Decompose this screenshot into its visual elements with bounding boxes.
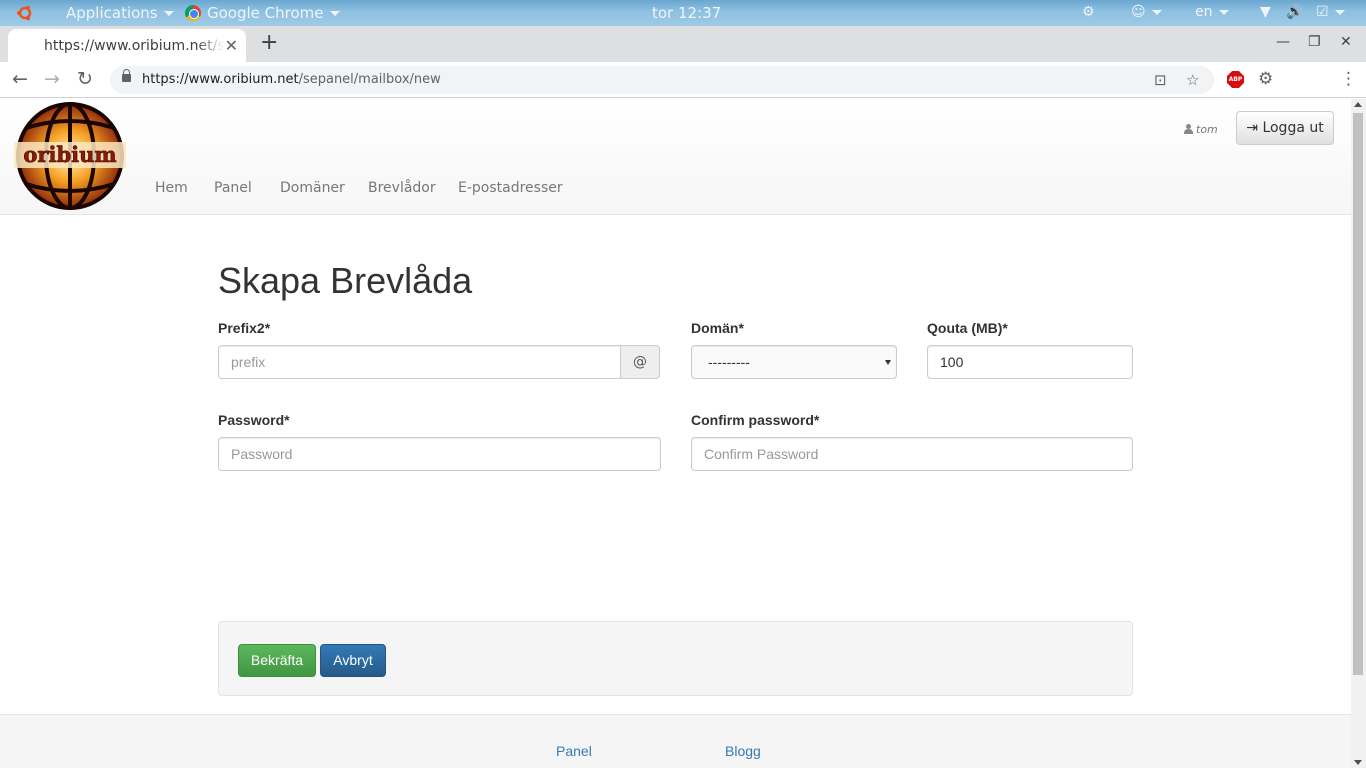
page-title: Skapa Brevlåda	[218, 260, 473, 301]
prefix-input[interactable]: prefix	[218, 345, 621, 379]
wifi-icon[interactable]: ▼	[1260, 4, 1271, 20]
at-sign-addon: @	[620, 345, 660, 379]
minimize-icon[interactable]: —	[1276, 34, 1290, 50]
adblock-plus-icon[interactable]: ABP	[1227, 71, 1244, 88]
window-close-icon[interactable]: ✕	[1340, 34, 1352, 50]
browser-toolbar: ← → ↻ https://www.oribium.net/sepanel/ma…	[0, 62, 1366, 98]
chevron-down-icon	[1218, 9, 1229, 15]
keyboard-layout-indicator[interactable]: en	[1195, 4, 1229, 20]
volume-icon[interactable]: 🔊	[1286, 4, 1303, 20]
clock[interactable]: tor 12:37	[652, 4, 721, 22]
select-arrow-icon	[885, 360, 891, 365]
password-input[interactable]: Password	[218, 437, 661, 471]
reload-icon[interactable]: ↻	[77, 68, 93, 90]
web-page: oribium Hem Panel Domäner Brevlådor E-po…	[0, 99, 1351, 768]
browser-tab-strip: https://www.oribium.net/sepanel/mailbox/…	[0, 26, 1366, 62]
nav-link-domaner[interactable]: Domäner	[280, 180, 345, 196]
ubuntu-logo-icon[interactable]	[16, 4, 34, 22]
address-bar[interactable]: https://www.oribium.net/sepanel/mailbox/…	[110, 66, 1214, 94]
confirm-password-label: Confirm password*	[691, 412, 820, 428]
username: tom	[1196, 123, 1218, 136]
logout-button[interactable]: ⇥ Logga ut	[1236, 111, 1334, 145]
forward-icon[interactable]: →	[44, 68, 60, 90]
nav-link-e-postadresser[interactable]: E-postadresser	[458, 180, 563, 196]
submit-button[interactable]: Bekräfta	[238, 644, 316, 677]
logout-icon: ⇥	[1246, 120, 1263, 136]
user-icon	[1184, 124, 1193, 134]
active-app-menu[interactable]: Google Chrome	[207, 4, 340, 22]
quota-label: Qouta (MB)*	[927, 320, 1008, 336]
url-text: https://www.oribium.net/sepanel/mailbox/…	[142, 72, 441, 87]
site-navbar: oribium Hem Panel Domäner Brevlådor E-po…	[0, 99, 1351, 215]
url-host: https://www.oribium.net	[142, 72, 299, 87]
form-actions: Bekräfta Avbryt	[218, 621, 1133, 696]
chrome-menu-icon[interactable]: ⋮	[1340, 69, 1357, 89]
extension-gear-icon[interactable]: ⚙	[1258, 69, 1273, 89]
domain-select[interactable]: ---------	[691, 345, 897, 379]
system-top-bar: Applications Google Chrome tor 12:37 ⚙ ☺…	[0, 0, 1366, 26]
chevron-down-icon	[1151, 9, 1162, 15]
url-path: /sepanel/mailbox/new	[298, 72, 441, 87]
chevron-down-icon	[163, 11, 174, 16]
domain-select-value: ---------	[708, 354, 750, 370]
footer-link-panel[interactable]: Panel	[556, 743, 592, 759]
new-tab-icon[interactable]: +	[260, 30, 278, 55]
password-label: Password*	[218, 412, 290, 428]
oribium-logo[interactable]: oribium	[14, 102, 126, 210]
scrollbar-thumb[interactable]	[1353, 113, 1363, 675]
bookmark-star-icon[interactable]: ☆	[1186, 71, 1199, 89]
nav-link-brevlador[interactable]: Brevlådor	[368, 180, 436, 196]
chevron-down-icon	[329, 11, 340, 16]
cancel-button[interactable]: Avbryt	[320, 644, 386, 677]
lock-icon[interactable]	[122, 69, 131, 82]
prefix-label: Prefix2*	[218, 320, 271, 336]
tab-close-icon[interactable]: ✕	[225, 36, 238, 55]
keyboard-layout-label: en	[1195, 4, 1213, 20]
confirm-password-input[interactable]: Confirm Password	[691, 437, 1133, 471]
domain-label: Domän*	[691, 320, 744, 336]
translate-icon[interactable]: ⊡	[1154, 71, 1167, 89]
accessibility-tray-icon[interactable]: ⚙	[1082, 4, 1095, 20]
restore-icon[interactable]: ❐	[1308, 34, 1321, 50]
system-menu-icon[interactable]: ☑	[1316, 4, 1345, 20]
footer-link-blogg[interactable]: Blogg	[725, 743, 761, 759]
applications-menu-label: Applications	[66, 4, 158, 22]
logout-label: Logga ut	[1262, 120, 1324, 136]
applications-menu[interactable]: Applications	[66, 4, 174, 22]
current-user: tom	[1184, 123, 1218, 136]
nav-link-panel[interactable]: Panel	[214, 180, 252, 196]
chrome-icon	[185, 5, 201, 21]
universal-access-icon[interactable]: ☺	[1131, 4, 1162, 20]
site-footer: Panel Blogg	[0, 714, 1351, 768]
scroll-down-icon[interactable]	[1354, 760, 1362, 765]
svg-text:oribium: oribium	[23, 142, 116, 167]
scroll-up-icon[interactable]	[1354, 102, 1362, 107]
quota-input[interactable]: 100	[927, 345, 1133, 379]
browser-tab[interactable]: https://www.oribium.net/sepanel/mailbox/…	[8, 29, 246, 62]
tab-title: https://www.oribium.net/sepanel/mailbox/…	[44, 38, 224, 54]
page-scrollbar[interactable]	[1351, 99, 1366, 768]
chevron-down-icon	[1334, 9, 1345, 15]
back-icon[interactable]: ←	[12, 68, 28, 90]
nav-link-hem[interactable]: Hem	[155, 180, 188, 196]
active-app-label: Google Chrome	[207, 4, 324, 22]
